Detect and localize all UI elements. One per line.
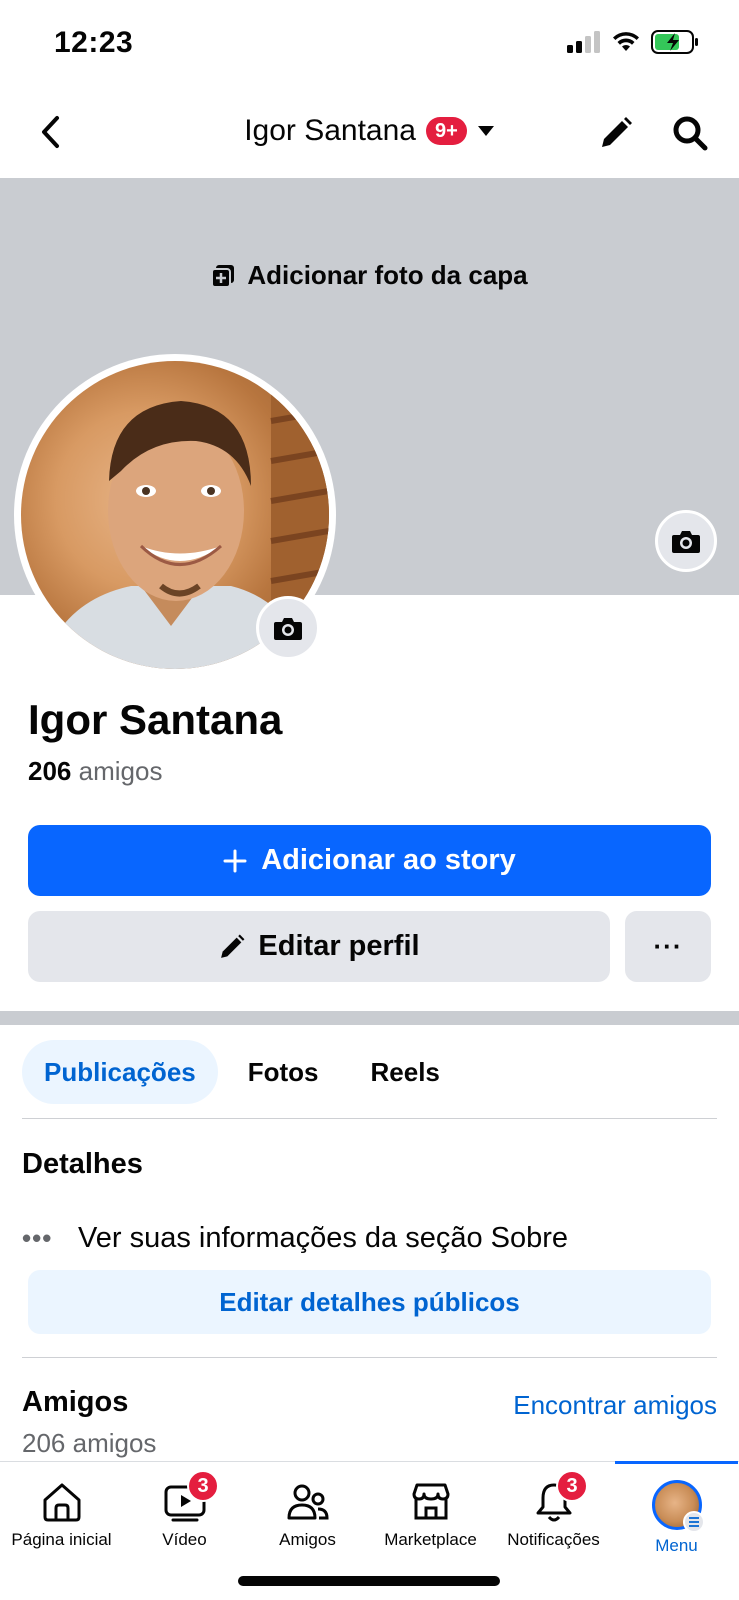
add-to-story-button[interactable]: Adicionar ao story (28, 825, 711, 896)
divider (22, 1118, 717, 1119)
bottom-navigation: Página inicial 3 Vídeo Amigos Marketplac… (0, 1461, 739, 1600)
nav-marketplace-label: Marketplace (384, 1530, 477, 1549)
nav-home-label: Página inicial (11, 1530, 112, 1549)
friends-word: amigos (78, 756, 163, 786)
plus-icon (223, 849, 247, 872)
nav-video[interactable]: 3 Vídeo (123, 1462, 246, 1572)
nav-video-label: Vídeo (162, 1530, 207, 1549)
pencil-icon (221, 934, 245, 958)
friends-count: 206 (28, 756, 72, 786)
friends-count-text: 206 amigos (22, 1428, 157, 1458)
nav-friends-label: Amigos (279, 1530, 336, 1549)
caret-down-icon (477, 126, 494, 136)
add-photo-icon (211, 264, 235, 288)
cover-camera-button[interactable] (655, 510, 717, 572)
profile-tabs: Publicações Fotos Reels (22, 1040, 462, 1104)
about-section-row[interactable]: ••• Ver suas informações da seção Sobre (22, 1222, 568, 1255)
nav-notifications-label: Notificações (507, 1530, 600, 1549)
marketplace-icon (412, 1483, 449, 1520)
find-friends-link[interactable]: Encontrar amigos (513, 1390, 717, 1421)
divider (22, 1357, 717, 1358)
edit-public-details-button[interactable]: Editar detalhes públicos (28, 1270, 711, 1334)
friends-heading: Amigos (22, 1386, 129, 1418)
more-dots-icon: ··· (653, 931, 683, 961)
camera-icon (274, 618, 302, 640)
home-icon (43, 1483, 80, 1522)
more-dots-icon: ••• (22, 1223, 53, 1253)
add-cover-label: Adicionar foto da capa (247, 260, 528, 290)
nav-menu-label: Menu (655, 1536, 698, 1555)
nav-home[interactable]: Página inicial (0, 1462, 123, 1572)
tab-reels[interactable]: Reels (349, 1040, 462, 1104)
home-indicator (238, 1576, 500, 1586)
edit-profile-label: Editar perfil (258, 930, 420, 962)
nav-friends[interactable]: Amigos (246, 1462, 369, 1572)
notification-badge: 9+ (425, 117, 467, 145)
notifications-badge: 3 (556, 1470, 588, 1502)
battery-icon (651, 30, 698, 54)
section-divider (0, 1011, 739, 1025)
search-icon (673, 116, 708, 151)
wifi-icon (613, 32, 639, 51)
edit-button[interactable] (593, 110, 639, 156)
search-button[interactable] (667, 110, 713, 156)
nav-marketplace[interactable]: Marketplace (369, 1462, 492, 1572)
edit-profile-button[interactable]: Editar perfil (28, 911, 610, 982)
add-cover-photo-button[interactable]: Adicionar foto da capa (0, 260, 739, 291)
tab-publicacoes[interactable]: Publicações (22, 1040, 218, 1104)
video-badge: 3 (187, 1470, 219, 1502)
pencil-icon (602, 117, 632, 147)
nav-notifications[interactable]: 3 Notificações (492, 1462, 615, 1572)
friends-count-line[interactable]: 206 amigos (28, 756, 162, 787)
more-options-button[interactable]: ··· (625, 911, 711, 982)
friends-icon (287, 1484, 329, 1520)
menu-avatar (651, 1480, 705, 1533)
profile-header: Igor Santana 9+ (0, 90, 739, 178)
avatar-camera-button[interactable] (256, 596, 320, 660)
tab-fotos[interactable]: Fotos (226, 1040, 341, 1104)
add-to-story-label: Adicionar ao story (261, 844, 516, 876)
header-title: Igor Santana (244, 114, 416, 147)
status-icons (567, 30, 699, 54)
camera-icon (672, 531, 700, 553)
status-bar: 12:23 (0, 0, 739, 90)
nav-menu[interactable]: Menu (615, 1461, 738, 1572)
menu-lines-icon (682, 1511, 705, 1533)
profile-name: Igor Santana (28, 696, 283, 743)
status-time: 12:23 (54, 26, 134, 59)
details-heading: Detalhes (22, 1148, 143, 1180)
signal-icon (567, 31, 600, 53)
about-text: Ver suas informações da seção Sobre (78, 1222, 569, 1254)
